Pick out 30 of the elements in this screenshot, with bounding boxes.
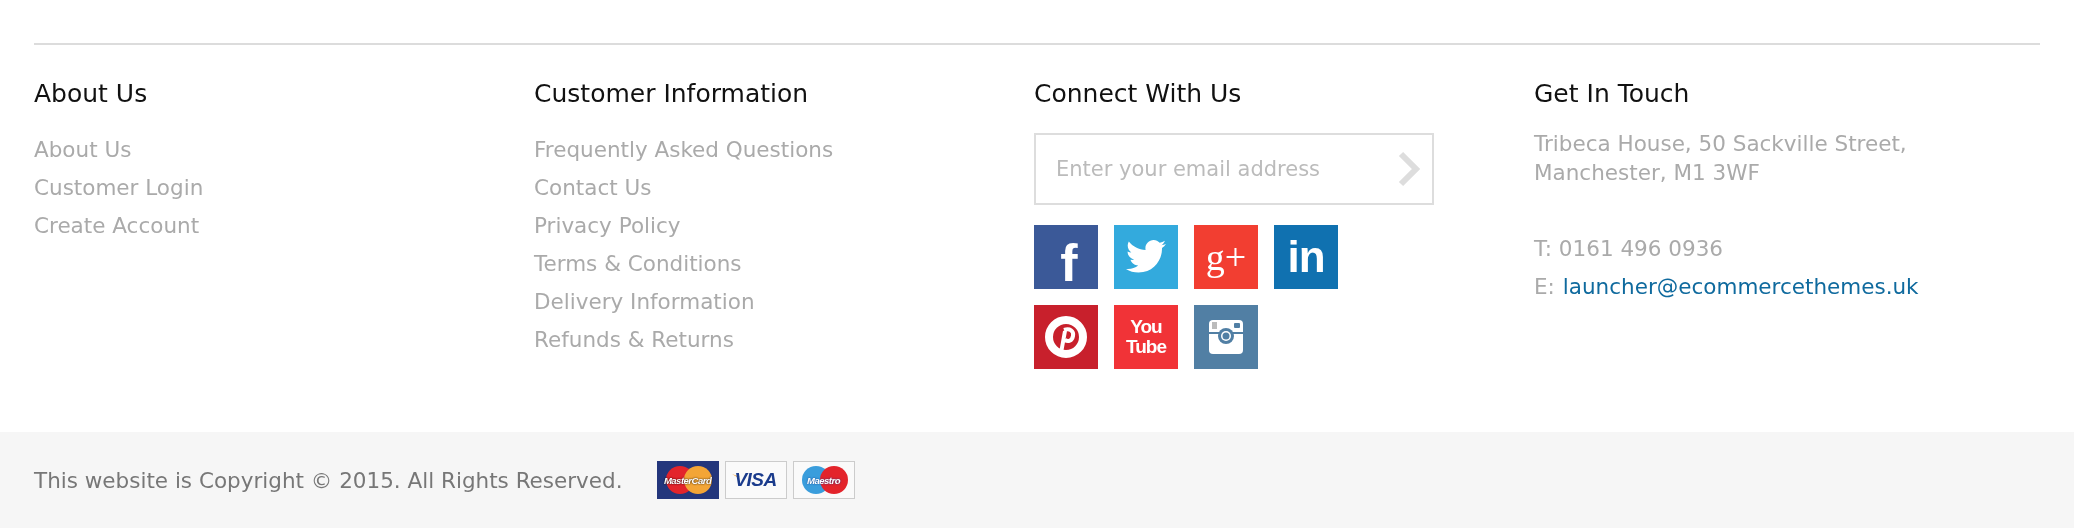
email-link[interactable]: launcher@ecommercethemes.uk xyxy=(1562,268,1919,306)
footer-link[interactable]: Create Account xyxy=(34,207,200,245)
email-label: E: xyxy=(1534,273,1555,301)
twitter-button[interactable] xyxy=(1114,225,1178,289)
column-heading: Customer Information xyxy=(534,79,810,109)
footer-link[interactable]: Contact Us xyxy=(534,169,652,207)
facebook-button[interactable]: f xyxy=(1034,225,1098,289)
camera-icon xyxy=(1208,319,1244,355)
pinterest-button[interactable] xyxy=(1034,305,1098,369)
footer-link[interactable]: Refunds & Returns xyxy=(534,321,734,359)
copyright-text: This website is Copyright © 2015. All Rights Reserved. xyxy=(34,467,623,493)
footer-link[interactable]: Terms & Conditions xyxy=(534,245,742,283)
bird-icon xyxy=(1126,240,1166,274)
payment-card-logo: VISA xyxy=(724,461,787,499)
footer-link[interactable]: Frequently Asked Questions xyxy=(534,131,834,169)
youtube-button[interactable]: You Tube xyxy=(1114,305,1178,369)
column-heading: Get In Touch xyxy=(1534,79,1691,109)
footer-link[interactable]: Customer Login xyxy=(34,169,204,207)
footer-link[interactable]: Privacy Policy xyxy=(534,207,681,245)
phone-text: T: 0161 496 0936 xyxy=(1534,235,1723,263)
linkedin-button[interactable]: in xyxy=(1274,225,1338,289)
footer-link[interactable]: About Us xyxy=(34,131,132,169)
footer-link[interactable]: Delivery Information xyxy=(534,283,755,321)
pin-circle-icon xyxy=(1045,316,1087,358)
address-text: Tribeca House, 50 Sackville Street, Manchester, M1 3WF xyxy=(1534,130,1908,187)
column-heading: Connect With Us xyxy=(1034,79,1243,109)
email-field[interactable]: Enter your email address xyxy=(1034,133,1434,205)
column-heading: About Us xyxy=(34,79,149,109)
instagram-button[interactable] xyxy=(1194,305,1258,369)
googleplus-button[interactable]: g+ xyxy=(1194,225,1258,289)
